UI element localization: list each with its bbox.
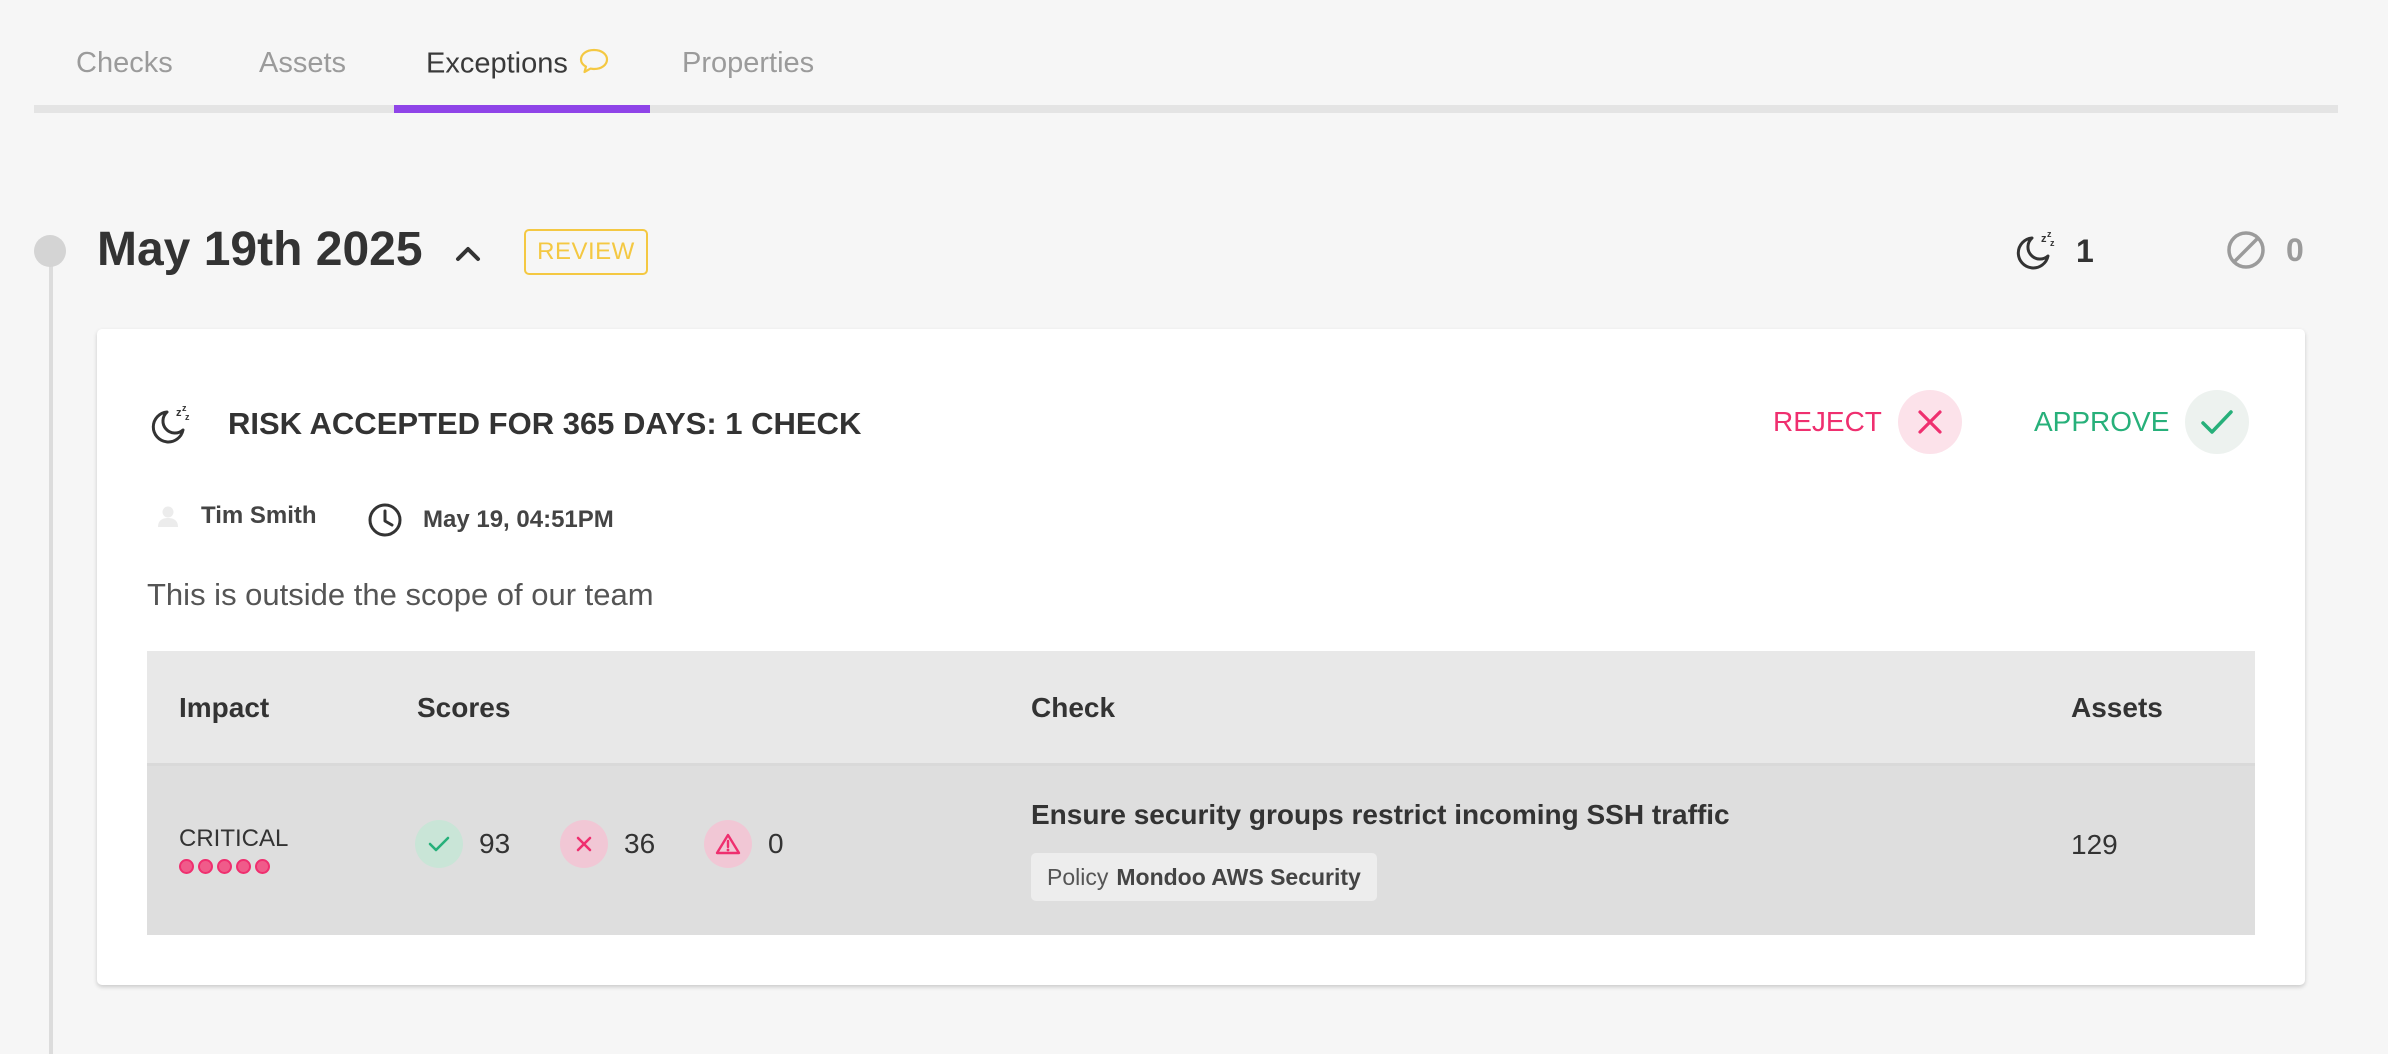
group-date-title: May 19th 2025 <box>97 223 423 276</box>
exception-card: z z z RISK ACCEPTED FOR 365 DAYS: 1 CHEC… <box>97 329 2305 985</box>
check-icon <box>2185 390 2250 454</box>
assets-count: 129 <box>2071 829 2118 860</box>
snoozed-count: 1 <box>2076 232 2094 269</box>
column-header-scores[interactable]: Scores <box>417 692 510 724</box>
score-error: 0 <box>704 820 784 868</box>
impact-dot <box>198 859 213 874</box>
tab-checks[interactable]: Checks <box>76 47 173 80</box>
avatar-icon <box>158 506 178 527</box>
timeline-dot <box>34 235 66 267</box>
justification-text: This is outside the scope of our team <box>147 577 654 612</box>
author: Tim Smith <box>155 502 317 530</box>
column-header-check[interactable]: Check <box>1031 692 1115 724</box>
tab-bar: Checks Assets Exceptions Properties <box>34 0 2338 113</box>
clock-icon <box>368 503 402 537</box>
warning-icon <box>704 820 752 868</box>
score-fail: 36 <box>560 820 655 868</box>
timeline-line <box>49 252 53 1054</box>
tab-exceptions[interactable]: Exceptions <box>426 47 610 83</box>
status-badge: REVIEW <box>524 229 648 275</box>
reject-label: REJECT <box>1773 406 1882 437</box>
created-time: May 19, 04:51PM <box>367 502 614 538</box>
tab-exceptions-label: Exceptions <box>426 47 568 80</box>
impact-label: CRITICAL <box>179 825 289 852</box>
snoozed-count-stat: z z z 1 <box>2012 228 2094 274</box>
disabled-count: 0 <box>2286 231 2304 268</box>
table-row[interactable]: CRITICAL 93 36 0 Ensure security groups … <box>147 766 2255 935</box>
policy-tag[interactable]: Policy Mondoo AWS Security <box>1031 853 1377 901</box>
exception-title: RISK ACCEPTED FOR 365 DAYS: 1 CHECK <box>228 406 862 441</box>
column-header-impact[interactable]: Impact <box>179 692 269 724</box>
score-pass-count: 93 <box>479 828 511 859</box>
check-title[interactable]: Ensure security groups restrict incoming… <box>1031 799 1730 831</box>
close-icon <box>1897 390 1962 454</box>
approve-button[interactable]: APPROVE <box>2034 390 2250 454</box>
close-icon <box>560 820 608 868</box>
impact-dot <box>179 859 194 874</box>
table-header: Impact Scores Check Assets <box>147 651 2255 766</box>
svg-text:z: z <box>2050 238 2055 248</box>
score-fail-count: 36 <box>624 828 656 859</box>
chevron-up-icon[interactable] <box>450 238 486 273</box>
reject-button[interactable]: REJECT <box>1773 390 1962 454</box>
tab-assets[interactable]: Assets <box>259 47 346 80</box>
author-name: Tim Smith <box>201 502 317 529</box>
impact-dot <box>236 859 251 874</box>
disabled-icon <box>2227 231 2265 269</box>
impact-rating <box>179 859 274 874</box>
snooze-moon-icon: z z z <box>2016 229 2055 270</box>
snooze-moon-icon: z z z <box>147 402 193 453</box>
approve-label: APPROVE <box>2034 406 2170 437</box>
active-tab-indicator <box>394 105 650 113</box>
policy-prefix: Policy <box>1047 863 1109 890</box>
column-header-assets[interactable]: Assets <box>2071 692 2163 724</box>
disabled-count-stat: 0 <box>2224 228 2304 272</box>
comment-icon <box>578 47 610 83</box>
svg-text:z: z <box>185 412 190 422</box>
check-icon <box>415 820 463 868</box>
policy-name: Mondoo AWS Security <box>1116 863 1361 890</box>
tab-bar-track <box>34 105 2338 113</box>
impact-dot <box>217 859 232 874</box>
exception-checks-table: Impact Scores Check Assets CRITICAL 93 3… <box>147 651 2255 935</box>
impact-dot <box>255 859 270 874</box>
score-pass: 93 <box>415 820 510 868</box>
score-error-count: 0 <box>768 828 784 859</box>
tab-properties[interactable]: Properties <box>682 47 814 80</box>
timestamp: May 19, 04:51PM <box>423 506 614 533</box>
